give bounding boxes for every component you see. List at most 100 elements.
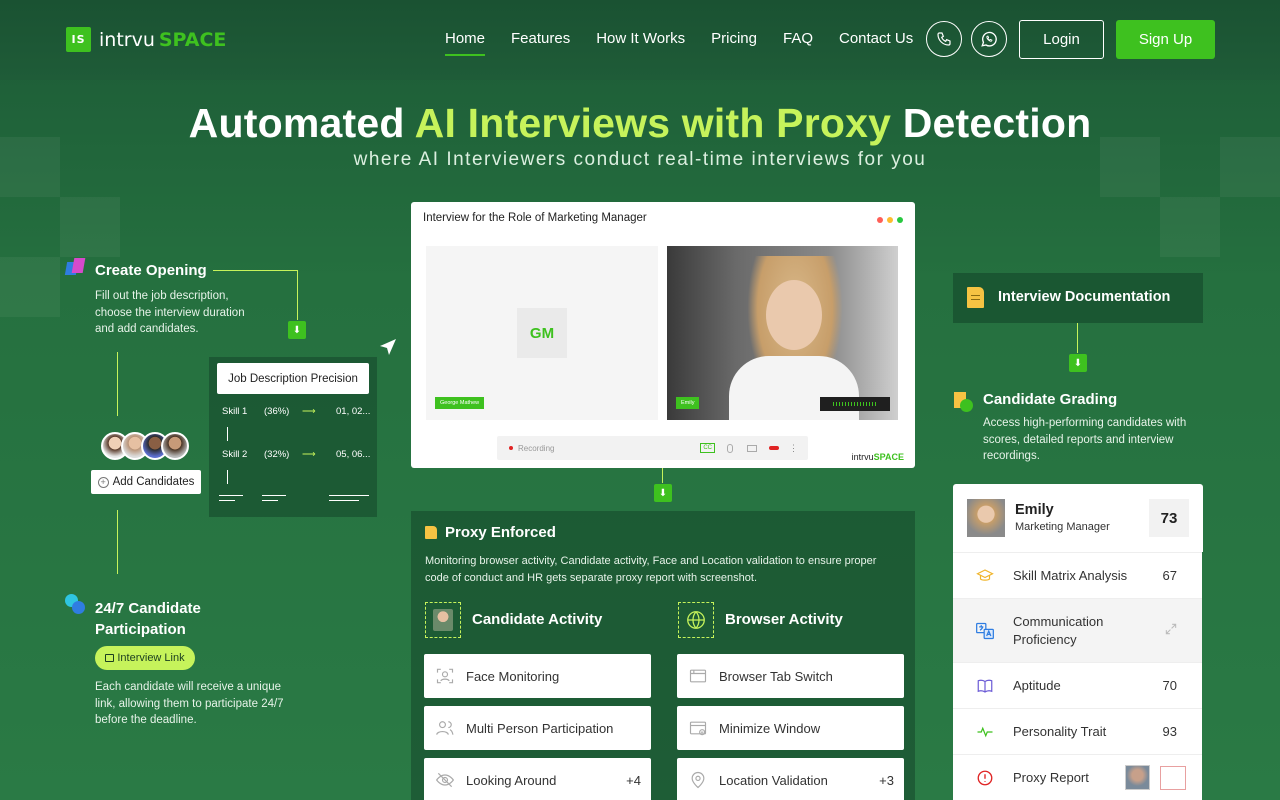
recording-label: Recording (518, 443, 555, 453)
decor-square (0, 257, 60, 317)
browser-tab-icon (687, 665, 709, 687)
activity-item-multi-person[interactable]: Multi Person Participation (424, 706, 651, 750)
nav-pricing[interactable]: Pricing (711, 30, 757, 56)
alert-icon (973, 769, 997, 787)
nav-contact-us[interactable]: Contact Us (839, 30, 913, 56)
audio-wave-indicator (820, 397, 890, 411)
activity-item-looking-around[interactable]: Looking Around +4 (424, 758, 651, 800)
connector-line (213, 270, 297, 271)
mic-icon[interactable] (727, 443, 733, 453)
connector-line (297, 270, 298, 320)
call-controls-bar: Recording CC ⋮ (497, 436, 808, 460)
recording-dot-icon (509, 446, 513, 450)
activity-count: +3 (879, 772, 894, 788)
activity-item-browser-tab-switch[interactable]: Browser Tab Switch (677, 654, 904, 698)
interview-link-badge[interactable]: Interview Link (95, 646, 195, 670)
documentation-title: Interview Documentation (998, 289, 1171, 305)
cursor-arrow-icon (380, 339, 396, 355)
whatsapp-button[interactable] (971, 21, 1007, 57)
login-button[interactable]: Login (1019, 20, 1104, 59)
nav-how-it-works[interactable]: How It Works (596, 30, 685, 56)
connector-line (662, 468, 663, 483)
document-icon (967, 287, 984, 308)
brand-name-part1: intrvu (99, 28, 155, 51)
proxy-folder-icon (425, 526, 437, 539)
candidate-video-tile: Emily (667, 246, 898, 420)
footer-brand-part2: SPACE (873, 452, 904, 462)
interview-link-label: Interview Link (117, 652, 185, 664)
browser-activity-title: Browser Activity (725, 611, 843, 628)
skill-row: Skill 2 (32%) ⟶ 05, 06... (222, 449, 372, 460)
brand-logo[interactable]: IS intrvu SPACE (66, 27, 226, 52)
browser-activity-icon (678, 602, 714, 638)
grade-label: Personality Trait (1013, 724, 1107, 739)
graduation-cap-icon (973, 567, 997, 585)
face-scan-icon (434, 665, 456, 687)
grading-icon (954, 392, 974, 412)
connector-line (1077, 323, 1078, 353)
interviewer-avatar: GM (517, 308, 567, 358)
candidate-score: 73 (1149, 499, 1189, 537)
grade-label: Skill Matrix Analysis (1013, 568, 1128, 583)
skill-pct: (36%) (264, 406, 290, 417)
cc-button[interactable]: CC (700, 443, 715, 453)
nav-faq[interactable]: FAQ (783, 30, 813, 56)
signup-button[interactable]: Sign Up (1116, 20, 1215, 59)
activity-item-face-monitoring[interactable]: Face Monitoring (424, 654, 651, 698)
grade-row-skill-matrix[interactable]: Skill Matrix Analysis 67 (953, 552, 1202, 598)
activity-label: Minimize Window (719, 720, 821, 736)
activity-label: Looking Around (466, 772, 557, 788)
skill-row: Skill 1 (36%) ⟶ 01, 02... (222, 406, 372, 417)
activity-item-minimize-window[interactable]: Minimize Window (677, 706, 904, 750)
hang-up-icon[interactable] (769, 446, 779, 450)
grade-row-communication[interactable]: Communication Proficiency (953, 598, 1202, 662)
location-pin-icon (687, 769, 709, 791)
grade-label: Communication Proficiency (1013, 613, 1104, 647)
users-icon (434, 717, 456, 739)
activity-count: +4 (626, 772, 641, 788)
grade-value: 70 (1162, 678, 1177, 693)
placeholder-lines (219, 495, 369, 505)
grade-row-personality[interactable]: Personality Trait 93 (953, 708, 1202, 754)
hero-title-post: Detection (902, 100, 1092, 146)
create-opening-desc: Fill out the job description, choose the… (95, 290, 245, 335)
interview-window-title: Interview for the Role of Marketing Mana… (423, 212, 647, 224)
interviewer-name-tag: George Mathew (435, 397, 485, 409)
more-options-icon[interactable]: ⋮ (789, 444, 798, 453)
skill-name: Skill 1 (222, 406, 248, 417)
proxy-report-thumbnail[interactable] (1125, 765, 1150, 790)
candidate-summary-card[interactable]: Emily Marketing Manager 73 (953, 484, 1203, 552)
activity-label: Multi Person Participation (466, 720, 614, 736)
nav-home[interactable]: Home (445, 30, 486, 56)
candidate-name: Emily (1015, 502, 1054, 518)
grade-label: Aptitude (1013, 678, 1061, 693)
phone-button[interactable] (926, 21, 962, 57)
connector-line (117, 352, 118, 416)
connector-line (227, 470, 228, 484)
candidate-avatar (967, 499, 1005, 537)
grading-title: Candidate Grading (983, 391, 1118, 408)
grade-value: 67 (1162, 568, 1177, 583)
skill-values: 05, 06... (336, 449, 371, 460)
camera-icon[interactable] (747, 444, 757, 452)
decor-square (60, 197, 120, 257)
candidate-activity-title: Candidate Activity (472, 611, 603, 628)
avatar (161, 432, 189, 460)
grade-label: Proxy Report (1013, 770, 1089, 785)
activity-label: Face Monitoring (466, 668, 560, 684)
activity-item-location-validation[interactable]: Location Validation +3 (677, 758, 904, 800)
footer-brand-part1: intrvu (851, 452, 874, 462)
grade-row-proxy-report[interactable]: Proxy Report (953, 754, 1202, 800)
grade-value: 93 (1162, 724, 1177, 739)
candidate-name-tag: Emily (676, 397, 700, 409)
nav-features[interactable]: Features (511, 30, 570, 56)
expand-icon[interactable] (1164, 622, 1178, 639)
proxy-report-thumbnail[interactable] (1160, 765, 1186, 790)
window-footer-brand: intrvuSPACE (852, 452, 904, 462)
arrow-right-icon: ⟶ (302, 449, 316, 460)
grade-row-aptitude[interactable]: Aptitude 70 (953, 662, 1202, 708)
candidate-activity-icon (425, 602, 461, 638)
arrow-right-icon: ⟶ (302, 406, 316, 417)
add-candidates-button[interactable]: + Add Candidates (91, 470, 201, 494)
window-controls (877, 217, 903, 223)
